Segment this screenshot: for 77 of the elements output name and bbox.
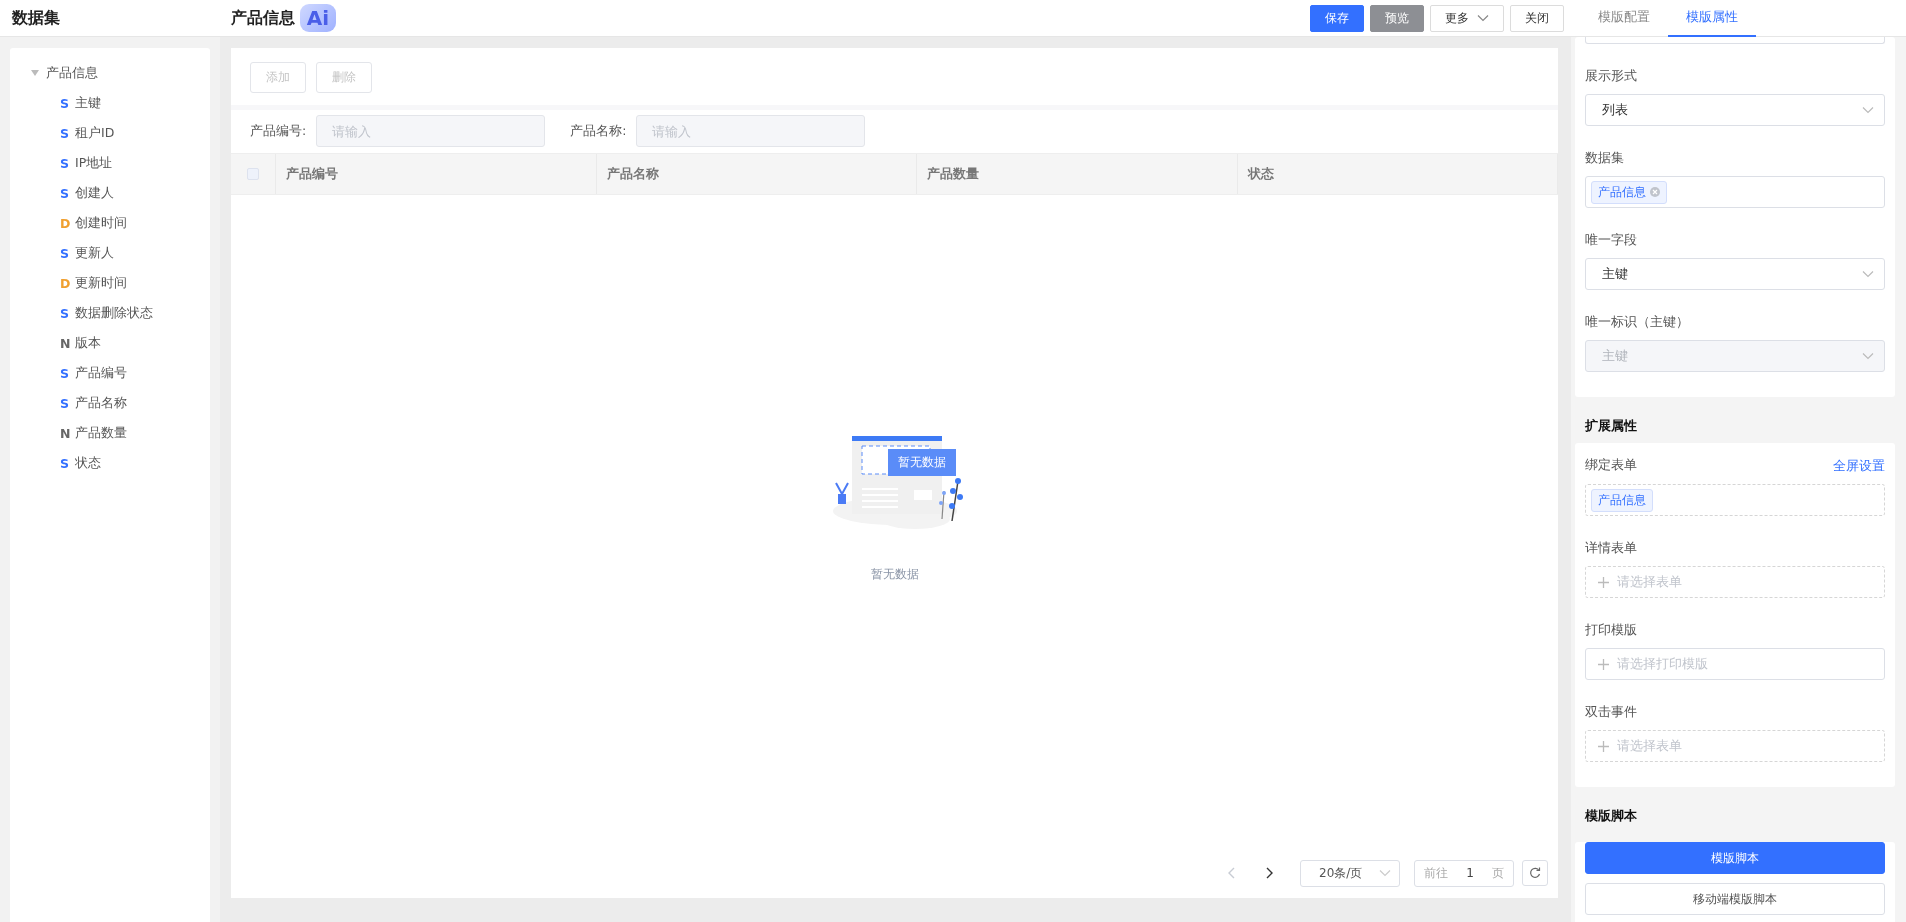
field-type-letter: S [60, 95, 70, 111]
field-label: 唯一标识（主键） [1585, 314, 1689, 331]
field-item[interactable]: 产品名称 [75, 394, 127, 412]
page-title: 产品信息 [231, 7, 295, 29]
field-item[interactable]: 主键 [75, 94, 101, 112]
field-item[interactable]: 创建时间 [75, 214, 127, 232]
plus-icon [1598, 576, 1609, 588]
chevron-right-icon[interactable] [1265, 867, 1273, 879]
field-label: 双击事件 [1585, 704, 1637, 721]
app-title: 数据集 [11, 7, 61, 29]
refresh-icon [1529, 867, 1541, 879]
field-type-letter: N [60, 335, 72, 351]
field-item[interactable]: 租户ID [75, 124, 115, 142]
field-item[interactable]: 产品编号 [75, 364, 127, 382]
plus-icon [1598, 740, 1609, 752]
field-type-letter: S [60, 305, 70, 321]
field-item[interactable]: 版本 [75, 334, 101, 352]
column-header: 状态 [1247, 165, 1274, 183]
page-size-select[interactable]: 20条/页 [1300, 859, 1400, 887]
chevron-down-icon [1379, 869, 1391, 877]
field-type-letter: S [60, 395, 70, 411]
bound-form-field[interactable]: 产品信息 [1585, 484, 1885, 516]
field-type-letter: S [60, 125, 70, 141]
field-item[interactable]: 更新时间 [75, 274, 127, 292]
field-item[interactable]: 数据删除状态 [75, 304, 153, 322]
field-type-letter: S [60, 185, 70, 201]
field-type-letter: S [60, 245, 70, 261]
column-header: 产品名称 [606, 165, 659, 183]
field-label: 打印模版 [1585, 622, 1637, 639]
field-type-letter: S [60, 365, 70, 381]
select-field[interactable]: 主键 [1585, 258, 1885, 290]
field-label: 详情表单 [1585, 540, 1637, 557]
field-item[interactable]: IP地址 [75, 154, 113, 172]
caret-down-icon[interactable] [30, 69, 40, 77]
filter-label: 产品名称: [570, 122, 627, 140]
field-label: 唯一字段 [1585, 232, 1637, 249]
empty-text: 暂无数据 [870, 565, 919, 583]
script-button[interactable]: 移动端模版脚本 [1585, 883, 1885, 915]
fullscreen-settings-link[interactable]: 全屏设置 [1833, 457, 1885, 475]
field-label: 绑定表单 [1585, 457, 1637, 474]
plus-icon [1598, 658, 1609, 670]
script-button[interactable]: 模版脚本 [1585, 842, 1885, 874]
select-field[interactable] [1585, 37, 1885, 44]
field-label: 数据集 [1585, 150, 1624, 167]
tag: 产品信息 [1591, 488, 1653, 512]
goto-page-field[interactable]: 前往 1 页 [1414, 859, 1514, 887]
column-header: 产品编号 [286, 165, 338, 183]
chevron-down-icon [1862, 352, 1874, 360]
select-all-checkbox[interactable] [247, 168, 259, 180]
section-title: 模版脚本 [1583, 807, 1638, 825]
refresh-button[interactable] [1522, 860, 1548, 886]
illustration-label: 暂无数据 [887, 448, 956, 476]
chevron-down-icon [1477, 14, 1489, 22]
chevron-down-icon [1862, 270, 1874, 278]
field-item[interactable]: 创建人 [75, 184, 114, 202]
chevron-down-icon [1862, 106, 1874, 114]
field-item[interactable]: 更新人 [75, 244, 114, 262]
tree-node[interactable]: 产品信息 [46, 64, 98, 82]
field-type-letter: N [60, 425, 72, 441]
field-item[interactable]: 产品数量 [75, 424, 127, 442]
select-field[interactable]: 列表 [1585, 94, 1885, 126]
section-title: 扩展属性 [1584, 417, 1638, 435]
tab[interactable]: 模版配置 [1580, 0, 1668, 37]
filter-label: 产品编号: [250, 122, 307, 140]
field-type-letter: S [60, 455, 70, 471]
field-item[interactable]: 状态 [75, 454, 101, 472]
field-type-letter: D [60, 215, 72, 231]
tag: 产品信息 [1591, 180, 1667, 204]
field-type-letter: D [60, 275, 72, 291]
tag-select-field[interactable]: 产品信息 [1585, 176, 1885, 208]
column-header: 产品数量 [927, 165, 979, 183]
save-button[interactable]: 保存 [1310, 4, 1364, 32]
more-dropdown-button[interactable]: 更多 [1430, 4, 1504, 32]
close-icon[interactable] [1650, 187, 1660, 197]
field-label: 展示形式 [1585, 68, 1637, 85]
field-type-letter: S [60, 155, 70, 171]
close-button[interactable]: 关闭 [1510, 4, 1564, 32]
